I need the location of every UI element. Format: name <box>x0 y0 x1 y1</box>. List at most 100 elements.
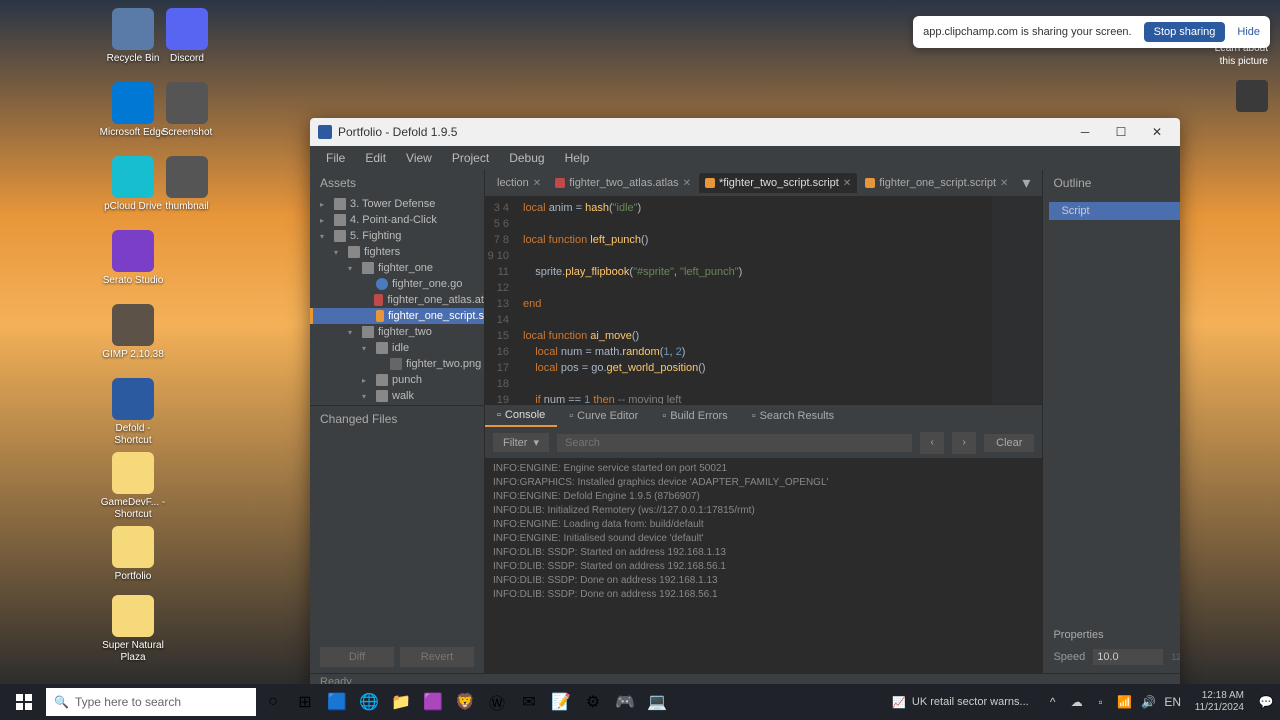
bottom-tab-console[interactable]: ▫Console <box>485 405 557 427</box>
assets-tree[interactable]: ▸3. Tower Defense▸4. Point-and-Click▾5. … <box>310 196 484 405</box>
menu-view[interactable]: View <box>398 149 440 167</box>
start-button[interactable] <box>4 684 44 720</box>
desktop-icon[interactable]: GameDevF... - Shortcut <box>98 452 168 521</box>
taskbar-app-2[interactable]: 🌐 <box>354 684 384 720</box>
taskbar-app-5[interactable]: Ⓦ <box>482 684 512 720</box>
tree-item[interactable]: ▾5. Fighting <box>310 228 484 244</box>
defold-logo-icon <box>318 125 332 139</box>
taskbar-app-8[interactable]: ⚙ <box>578 684 608 720</box>
tree-item[interactable]: ▾fighters <box>310 244 484 260</box>
tree-item[interactable]: ▸punch <box>310 372 484 388</box>
tree-item[interactable]: fighter_one.go <box>310 276 484 292</box>
desktop-icon[interactable]: Portfolio <box>98 526 168 583</box>
outline-script-item[interactable]: Script <box>1049 202 1180 220</box>
desktop-icon[interactable]: Super Natural Plaza <box>98 595 168 664</box>
close-tab-icon[interactable]: ✕ <box>533 178 541 189</box>
editor-tab[interactable]: fighter_one_script.script✕ <box>859 173 1014 193</box>
stop-sharing-button[interactable]: Stop sharing <box>1144 22 1226 42</box>
tray-icon-2[interactable]: ▫ <box>1091 695 1111 709</box>
console-output[interactable]: INFO:ENGINE: Engine service started on p… <box>485 458 1042 674</box>
desktop-icon[interactable]: Serato Studio <box>98 230 168 287</box>
news-icon: 📈 <box>892 696 906 709</box>
revert-button[interactable]: Revert <box>400 647 474 667</box>
minimap[interactable] <box>992 196 1042 404</box>
bottom-tabs: ▫Console▫Curve Editor▫Build Errors▫Searc… <box>485 404 1042 428</box>
titlebar[interactable]: Portfolio - Defold 1.9.5 ─ ☐ ✕ <box>310 118 1180 146</box>
maximize-button[interactable]: ☐ <box>1106 118 1136 146</box>
file-explorer-icon[interactable]: 📁 <box>386 684 416 720</box>
menu-help[interactable]: Help <box>557 149 598 167</box>
desktop-icon[interactable]: Discord <box>152 8 222 65</box>
menu-debug[interactable]: Debug <box>501 149 552 167</box>
tabs-overflow-button[interactable]: ▾ <box>1016 173 1036 193</box>
editor-tab[interactable]: *fighter_two_script.script✕ <box>699 173 857 193</box>
desktop-icon[interactable]: Screenshot <box>152 82 222 139</box>
editor-tab[interactable]: fighter_two_atlas.atlas✕ <box>549 173 697 193</box>
outline-panel-header: Outline <box>1043 170 1180 196</box>
tree-item[interactable]: fighter_two.png <box>310 356 484 372</box>
tree-item[interactable]: ▸4. Point-and-Click <box>310 212 484 228</box>
diff-button[interactable]: Diff <box>320 647 394 667</box>
clear-button[interactable]: Clear <box>984 434 1034 452</box>
chevron-down-icon: ▾ <box>533 436 539 449</box>
window-title: Portfolio - Defold 1.9.5 <box>338 125 1064 139</box>
screen-share-bar: app.clipchamp.com is sharing your screen… <box>913 16 1270 48</box>
taskbar-app-6[interactable]: ✉ <box>514 684 544 720</box>
code-content[interactable]: local anim = hash("idle") local function… <box>515 196 992 404</box>
language-icon[interactable]: EN <box>1163 695 1183 709</box>
volume-icon[interactable]: 🔊 <box>1139 695 1159 709</box>
bottom-tab-build-errors[interactable]: ▫Build Errors <box>650 406 739 426</box>
code-editor[interactable]: 3 4 5 6 7 8 9 10 11 12 13 14 15 16 17 18… <box>485 196 992 404</box>
close-tab-icon[interactable]: ✕ <box>1000 178 1008 189</box>
close-tab-icon[interactable]: ✕ <box>683 178 691 189</box>
taskbar-app-7[interactable]: 📝 <box>546 684 576 720</box>
taskbar-app-10[interactable]: 💻 <box>642 684 672 720</box>
minimize-button[interactable]: ─ <box>1070 118 1100 146</box>
desktop-icon[interactable]: Defold - Shortcut <box>98 378 168 447</box>
cortana-icon[interactable]: ○ <box>258 684 288 720</box>
share-text: app.clipchamp.com is sharing your screen… <box>923 26 1131 38</box>
notifications-icon[interactable]: 💬 <box>1256 695 1276 709</box>
tray-chevron-icon[interactable]: ^ <box>1043 695 1063 709</box>
close-button[interactable]: ✕ <box>1142 118 1172 146</box>
prev-result-button[interactable]: ‹ <box>920 432 944 454</box>
desktop-icon[interactable]: thumbnail <box>152 156 222 213</box>
menu-edit[interactable]: Edit <box>357 149 394 167</box>
tree-item[interactable]: ▾fighter_two <box>310 324 484 340</box>
next-result-button[interactable]: › <box>952 432 976 454</box>
speed-input[interactable] <box>1093 649 1163 665</box>
clock[interactable]: 12:18 AM 11/21/2024 <box>1187 690 1252 714</box>
close-tab-icon[interactable]: ✕ <box>843 178 851 189</box>
menu-file[interactable]: File <box>318 149 353 167</box>
task-view-icon[interactable]: ⊞ <box>290 684 320 720</box>
onedrive-icon[interactable]: ☁ <box>1067 695 1087 709</box>
line-gutter: 3 4 5 6 7 8 9 10 11 12 13 14 15 16 17 18… <box>485 196 515 404</box>
bottom-tab-curve-editor[interactable]: ▫Curve Editor <box>557 406 650 426</box>
assets-panel-header: Assets <box>310 170 484 196</box>
wifi-icon[interactable]: 📶 <box>1115 695 1135 709</box>
tree-item[interactable]: ▾fighter_one <box>310 260 484 276</box>
menu-project[interactable]: Project <box>444 149 497 167</box>
taskbar-app-1[interactable]: 🟦 <box>322 684 352 720</box>
tree-item[interactable]: ▸3. Tower Defense <box>310 196 484 212</box>
taskbar-app-4[interactable]: 🦁 <box>450 684 480 720</box>
news-widget[interactable]: 📈 UK retail sector warns... <box>882 696 1038 709</box>
taskbar-search[interactable]: 🔍 Type here to search <box>46 688 256 716</box>
bottom-tab-search-results[interactable]: ▫Search Results <box>740 406 847 426</box>
changed-files-header: Changed Files <box>310 405 484 432</box>
console-search-input[interactable] <box>557 434 912 452</box>
taskbar-app-3[interactable]: 🟪 <box>418 684 448 720</box>
picture-thumbnail[interactable] <box>1236 80 1268 112</box>
tree-item[interactable]: fighter_one_script.s <box>310 308 484 324</box>
desktop-icon[interactable]: GIMP 2.10.38 <box>98 304 168 361</box>
tree-item[interactable]: fighter_one_atlas.at <box>310 292 484 308</box>
editor-tab[interactable]: lection✕ <box>491 173 547 193</box>
taskbar-app-9[interactable]: 🎮 <box>610 684 640 720</box>
filter-button[interactable]: Filter▾ <box>493 433 549 452</box>
hide-share-button[interactable]: Hide <box>1237 26 1260 38</box>
taskbar: 🔍 Type here to search ○ ⊞ 🟦 🌐 📁 🟪 🦁 Ⓦ ✉ … <box>0 684 1280 720</box>
tree-item[interactable]: ▾walk <box>310 388 484 404</box>
tree-item[interactable]: ▾idle <box>310 340 484 356</box>
editor-tabs: lection✕fighter_two_atlas.atlas✕*fighter… <box>485 170 1042 196</box>
defold-window: Portfolio - Defold 1.9.5 ─ ☐ ✕ FileEditV… <box>310 118 1180 693</box>
